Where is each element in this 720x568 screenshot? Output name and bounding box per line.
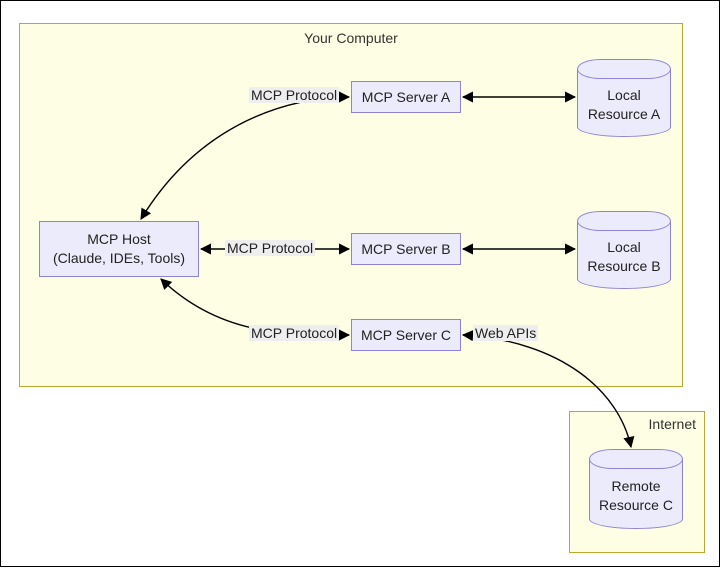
node-server-b-label: MCP Server B	[361, 240, 450, 259]
diagram-frame: Your Computer Internet MCP Host (Claude,…	[0, 0, 720, 567]
node-remote-resource-c: Remote Resource C	[589, 449, 683, 529]
edge-label-host-a: MCP Protocol	[249, 87, 339, 103]
edge-label-host-c: MCP Protocol	[249, 325, 339, 341]
edge-label-host-b: MCP Protocol	[225, 240, 315, 256]
edge-label-c-remote: Web APIs	[473, 325, 538, 341]
node-mcp-host: MCP Host (Claude, IDEs, Tools)	[39, 221, 199, 277]
node-remote-c-line2: Resource C	[599, 496, 673, 515]
node-remote-c-line1: Remote	[611, 477, 660, 496]
node-server-c-label: MCP Server C	[361, 326, 451, 345]
node-server-a: MCP Server A	[351, 81, 461, 113]
node-local-b-line1: Local	[607, 238, 640, 257]
node-local-a-line1: Local	[607, 86, 640, 105]
node-local-resource-b: Local Resource B	[577, 211, 671, 289]
node-server-b: MCP Server B	[351, 233, 461, 265]
node-mcp-host-line2: (Claude, IDEs, Tools)	[53, 249, 185, 268]
node-server-a-label: MCP Server A	[362, 88, 450, 107]
node-local-resource-a: Local Resource A	[577, 59, 671, 137]
container-internet-label: Internet	[570, 416, 704, 432]
node-mcp-host-line1: MCP Host	[87, 230, 151, 249]
node-local-a-line2: Resource A	[588, 105, 660, 124]
node-server-c: MCP Server C	[351, 319, 461, 351]
node-local-b-line2: Resource B	[587, 257, 660, 276]
container-your-computer-label: Your Computer	[20, 30, 682, 46]
